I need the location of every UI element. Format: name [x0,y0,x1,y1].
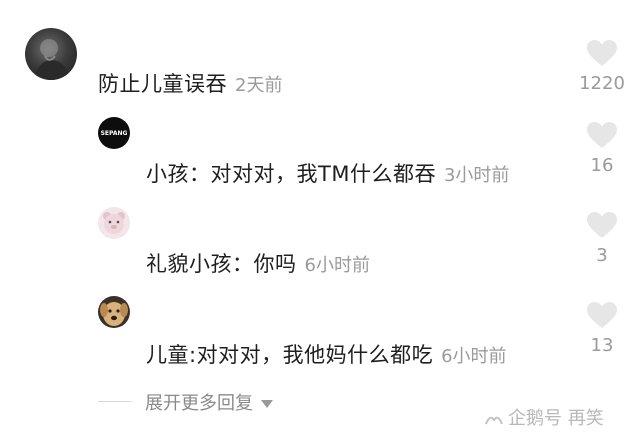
comment-1-time: 2天前 [235,75,283,96]
avatar-reply-3[interactable] [98,296,130,328]
expand-more-label: 展开更多回复 [145,393,253,414]
like-count-reply-3: 13 [590,335,614,356]
reply-1: 小孩：对对对，我TM什么都吞 3小时前 [146,158,509,188]
expand-more-replies-button[interactable]: 展开更多回复 [145,389,273,415]
chevron-down-icon [261,400,273,408]
heart-icon [587,212,617,238]
like-count-comment-1: 1220 [579,73,625,94]
heart-icon [587,40,617,66]
heart-icon [587,302,617,328]
heart-icon [587,122,617,148]
like-count-reply-1: 16 [590,155,614,176]
like-button-comment-1[interactable]: 1220 [572,40,632,94]
like-button-reply-3[interactable]: 13 [572,302,632,356]
avatar-reply-1[interactable]: SEPANG [98,117,130,149]
reply-1-time: 3小时前 [443,165,510,186]
sepang-logo: SEPANG [100,129,128,137]
like-button-reply-1[interactable]: 16 [572,122,632,176]
expand-divider [98,401,132,402]
portrait-icon [33,39,71,80]
avatar-reply-2[interactable] [98,207,130,239]
comment-1-text: 防止儿童误吞 [98,72,227,96]
bear-icon [103,212,125,234]
watermark-text: 企鹅号 再笑 [508,408,604,429]
reply-2-time: 6小时前 [304,255,370,276]
like-count-reply-2: 3 [596,245,608,266]
reply-3-text: 儿童:对对对，我他妈什么都吃 [146,343,434,367]
reply-2: 礼貌小孩：你吗 6小时前 [146,248,370,278]
reply-2-text: 礼貌小孩：你吗 [146,252,297,276]
like-button-reply-2[interactable]: 3 [572,212,632,266]
reply-3: 儿童:对对对，我他妈什么都吃 6小时前 [146,339,507,369]
dog-icon [100,302,128,326]
watermark: 企鹅号 再笑 [484,404,604,430]
penguin-logo-icon [485,416,503,425]
reply-1-text: 小孩：对对对，我TM什么都吞 [146,162,436,186]
comment-1: 防止儿童误吞 2天前 [98,68,282,98]
avatar-comment-1[interactable] [25,28,77,80]
reply-3-time: 6小时前 [441,346,507,367]
